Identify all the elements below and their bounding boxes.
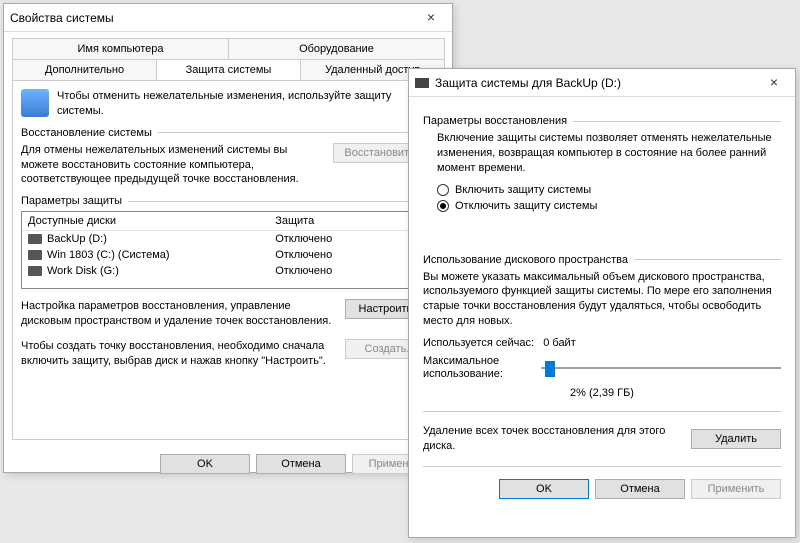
- tab-hardware[interactable]: Оборудование: [228, 38, 445, 59]
- radio-on-label: Включить защиту системы: [455, 184, 591, 196]
- disk-group-header: Использование дискового пространства: [423, 254, 781, 266]
- slider-thumb-icon[interactable]: [545, 361, 555, 377]
- drives-table[interactable]: Доступные диски Защита BackUp (D:) Отклю…: [21, 211, 435, 289]
- drive-name: Win 1803 (C:) (Система): [47, 249, 170, 261]
- disk-text: Вы можете указать максимальный объем дис…: [423, 270, 781, 329]
- drive-icon: [28, 234, 42, 244]
- max-usage-label: Максимальное использование:: [423, 355, 533, 381]
- drive-name: BackUp (D:): [47, 233, 107, 245]
- delete-text: Удаление всех точек восстановления для э…: [423, 424, 683, 454]
- shield-icon: [21, 89, 49, 117]
- used-value: 0 байт: [543, 337, 576, 349]
- close-icon[interactable]: ×: [759, 73, 789, 93]
- protection-info-text: Чтобы отменить нежелательные изменения, …: [57, 89, 435, 119]
- cancel-button[interactable]: Отмена: [595, 479, 685, 499]
- tab-system-protection[interactable]: Защита системы: [156, 59, 301, 80]
- window-title: Свойства системы: [10, 11, 416, 25]
- restore-text: Для отмены нежелательных изменений систе…: [21, 143, 325, 188]
- tab-row-1: Имя компьютера Оборудование: [4, 32, 452, 59]
- col-drives[interactable]: Доступные диски: [22, 212, 269, 231]
- slider-value: 2% (2,39 ГБ): [423, 387, 781, 399]
- titlebar[interactable]: Свойства системы ×: [4, 4, 452, 32]
- drive-icon: [415, 78, 429, 88]
- max-usage-slider[interactable]: [541, 359, 781, 377]
- tab-row-2: Дополнительно Защита системы Удаленный д…: [4, 59, 452, 80]
- settings-group-header: Параметры защиты: [21, 195, 435, 207]
- radio-disable-protection[interactable]: Отключить защиту системы: [437, 200, 781, 212]
- table-row[interactable]: BackUp (D:) Отключено: [22, 231, 434, 248]
- tab-content: Чтобы отменить нежелательные изменения, …: [12, 80, 444, 440]
- restore-group-header: Восстановление системы: [21, 127, 435, 139]
- params-text: Включение защиты системы позволяет отмен…: [437, 131, 781, 176]
- restore-group-label: Восстановление системы: [21, 127, 152, 139]
- tab-computer-name[interactable]: Имя компьютера: [12, 38, 229, 59]
- max-usage-row: Максимальное использование:: [423, 355, 781, 381]
- ok-button[interactable]: OK: [499, 479, 589, 499]
- drive-name: Work Disk (G:): [47, 265, 119, 277]
- used-label: Используется сейчас:: [423, 337, 534, 349]
- disk-group-label: Использование дискового пространства: [423, 254, 628, 266]
- system-protection-window: Защита системы для BackUp (D:) × Парамет…: [408, 68, 796, 538]
- params-group-header: Параметры восстановления: [423, 115, 781, 127]
- configure-text: Настройка параметров восстановления, упр…: [21, 299, 337, 329]
- dialog-buttons: OK Отмена Применить: [4, 448, 452, 480]
- dialog-buttons: OK Отмена Применить: [423, 479, 781, 499]
- params-group-label: Параметры восстановления: [423, 115, 567, 127]
- usage-row: Используется сейчас: 0 байт: [423, 337, 781, 349]
- radio-icon: [437, 184, 449, 196]
- radio-off-label: Отключить защиту системы: [455, 200, 597, 212]
- ok-button[interactable]: OK: [160, 454, 250, 474]
- table-row[interactable]: Work Disk (G:) Отключено: [22, 263, 434, 279]
- create-text: Чтобы создать точку восстановления, необ…: [21, 339, 337, 369]
- dialog-body: Параметры восстановления Включение защит…: [409, 97, 795, 509]
- window-title: Защита системы для BackUp (D:): [435, 76, 759, 90]
- delete-button[interactable]: Удалить: [691, 429, 781, 449]
- close-icon[interactable]: ×: [416, 8, 446, 28]
- system-properties-window: Свойства системы × Имя компьютера Оборуд…: [3, 3, 453, 473]
- radio-icon: [437, 200, 449, 212]
- table-row[interactable]: Win 1803 (C:) (Система) Отключено: [22, 247, 434, 263]
- radio-enable-protection[interactable]: Включить защиту системы: [437, 184, 781, 196]
- drive-icon: [28, 266, 42, 276]
- cancel-button[interactable]: Отмена: [256, 454, 346, 474]
- settings-group-label: Параметры защиты: [21, 195, 122, 207]
- drive-icon: [28, 250, 42, 260]
- tab-advanced[interactable]: Дополнительно: [12, 59, 157, 80]
- apply-button[interactable]: Применить: [691, 479, 781, 499]
- titlebar[interactable]: Защита системы для BackUp (D:) ×: [409, 69, 795, 97]
